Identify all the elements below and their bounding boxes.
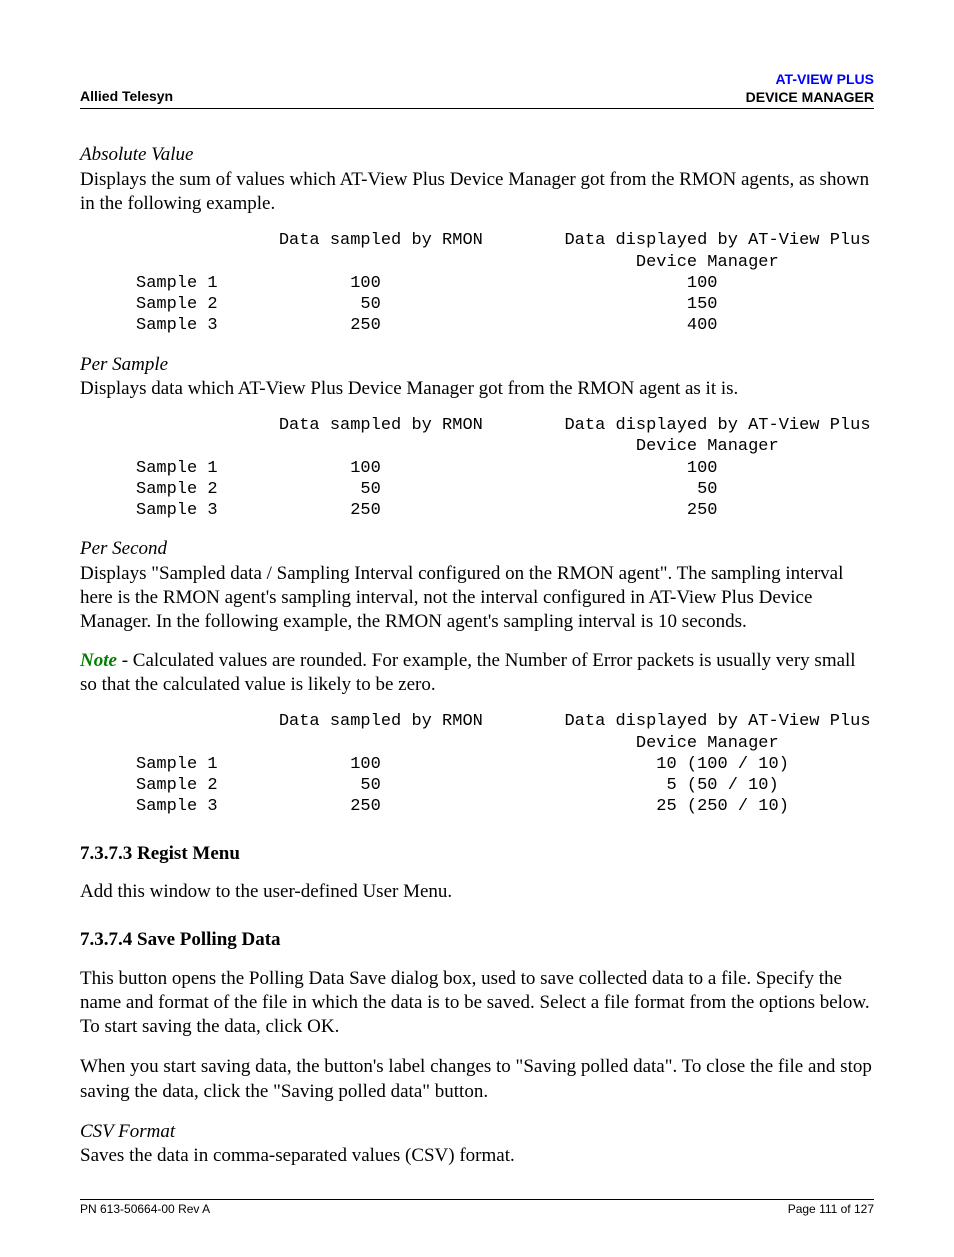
text-per-second: Displays "Sampled data / Sampling Interv… [80,562,874,635]
footer-right: Page 111 of 127 [788,1202,874,1217]
label-per-sample: Per Sample [80,353,874,377]
page-footer: PN 613-50664-00 Rev A Page 111 of 127 [80,1199,874,1217]
text-save-polling-p2: When you start saving data, the button's… [80,1055,874,1104]
table-per-second: Data sampled by RMON Data displayed by A… [136,711,874,817]
header-left: Allied Telesyn [80,88,173,106]
header-right: AT-VIEW PLUS DEVICE MANAGER [746,70,874,106]
heading-save-polling: 7.3.7.4 Save Polling Data [80,928,874,952]
table-absolute-value: Data sampled by RMON Data displayed by A… [136,230,874,336]
heading-regist-menu: 7.3.7.3 Regist Menu [80,842,874,866]
note-text: - Calculated values are rounded. For exa… [80,650,856,695]
page-header: Allied Telesyn AT-VIEW PLUS DEVICE MANAG… [80,70,874,109]
text-regist-menu: Add this window to the user-defined User… [80,880,874,904]
text-absolute-value: Displays the sum of values which AT-View… [80,168,874,217]
footer-left: PN 613-50664-00 Rev A [80,1202,210,1217]
text-per-sample: Displays data which AT-View Plus Device … [80,377,874,401]
header-product: AT-VIEW PLUS [775,71,874,87]
text-save-polling-p1: This button opens the Polling Data Save … [80,967,874,1040]
label-absolute-value: Absolute Value [80,143,874,167]
note-label: Note [80,650,117,671]
header-subtitle: DEVICE MANAGER [746,89,874,105]
note-per-second: Note - Calculated values are rounded. Fo… [80,649,874,698]
label-per-second: Per Second [80,537,874,561]
table-per-sample: Data sampled by RMON Data displayed by A… [136,415,874,521]
text-csv-format: Saves the data in comma-separated values… [80,1144,874,1168]
label-csv-format: CSV Format [80,1120,874,1144]
